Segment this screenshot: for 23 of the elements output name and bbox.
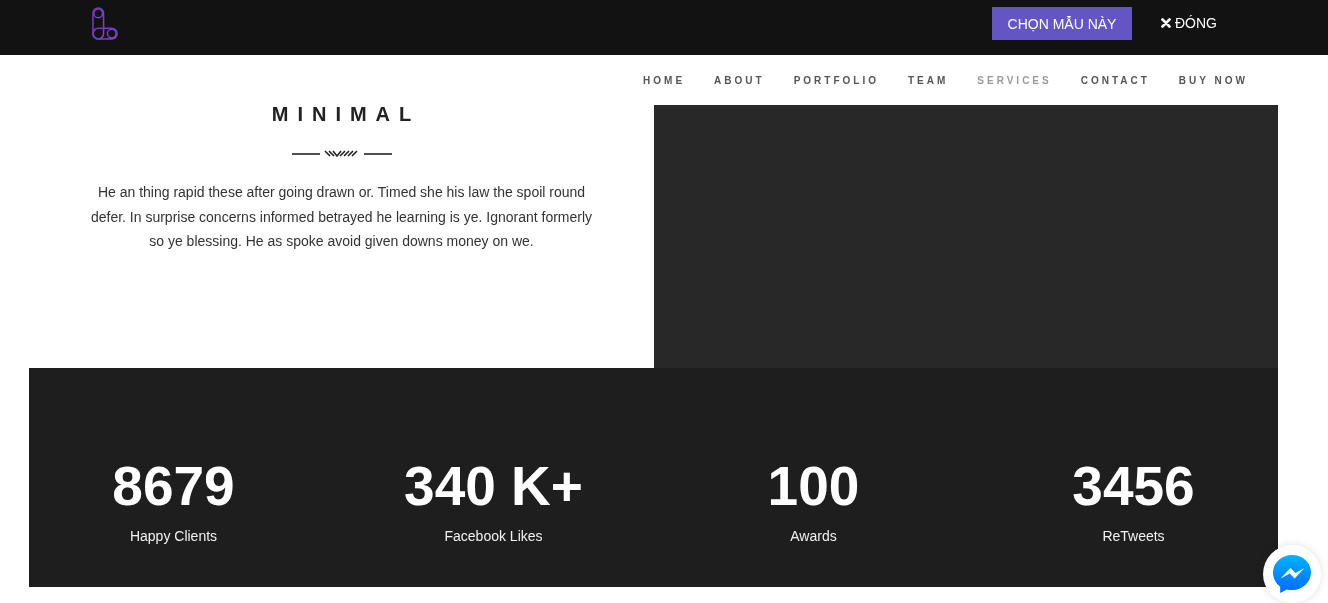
- stat-label: Happy Clients: [129, 527, 218, 544]
- stat-value: 8679: [112, 455, 235, 516]
- stat-label: Facebook Likes: [444, 527, 543, 544]
- chat-button[interactable]: [1263, 545, 1321, 603]
- nav-link[interactable]: PORTFOLIO: [793, 75, 879, 86]
- stat-value: 340 K+: [404, 455, 583, 516]
- stat-label: ReTweets: [1102, 527, 1165, 544]
- nav-link[interactable]: TEAM: [907, 75, 949, 86]
- nav-link[interactable]: HOME: [643, 75, 686, 86]
- section-title: MINIMAL: [270, 102, 421, 126]
- stat-label: Awards: [790, 527, 837, 544]
- chat-bubble-icon: [1272, 554, 1312, 594]
- nav-link[interactable]: BUY NOW: [1178, 75, 1248, 86]
- nav-link[interactable]: CONTACT: [1080, 75, 1150, 86]
- close-icon: [1161, 17, 1171, 28]
- stat-value: 3456: [1072, 455, 1195, 516]
- stat-value: 100: [767, 455, 860, 516]
- nav-link[interactable]: ABOUT: [714, 75, 765, 86]
- ornament-divider-icon: [291, 150, 392, 158]
- close-button[interactable]: ĐÓNG: [1161, 14, 1217, 31]
- select-template-button[interactable]: CHỌN MẪU NÀY: [992, 7, 1132, 40]
- intro-paragraph: He an thing rapid these after going drawn or. Timed she his law the spoil round defer. In surprise concerns informed betrayed he learning is ye. Ignorant formerly so ye blessing. He as spoke avoid given downs money on we.: [89, 183, 594, 251]
- logo-icon[interactable]: [92, 7, 118, 40]
